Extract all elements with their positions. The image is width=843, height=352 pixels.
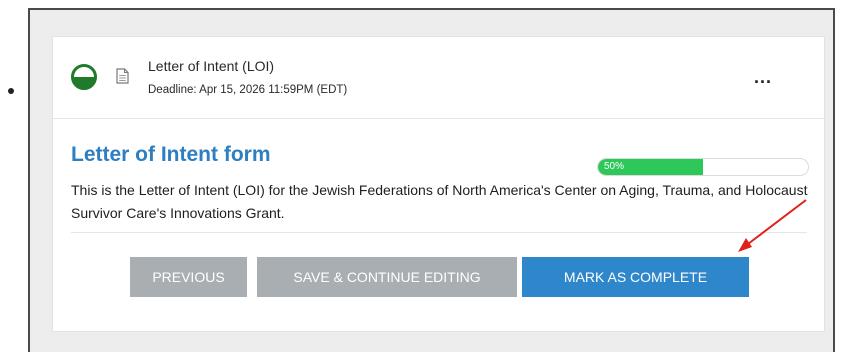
task-header: Letter of Intent (LOI) Deadline: Apr 15,… — [53, 37, 824, 119]
half-complete-circle-icon — [71, 64, 97, 90]
task-title[interactable]: Letter of Intent (LOI) — [148, 58, 274, 74]
task-card: Letter of Intent (LOI) Deadline: Apr 15,… — [52, 36, 825, 332]
task-deadline: Deadline: Apr 15, 2026 11:59PM (EDT) — [148, 84, 348, 96]
progress-label: 50% — [604, 161, 625, 172]
list-bullet — [8, 88, 14, 94]
form-title[interactable]: Letter of Intent form — [71, 143, 271, 167]
divider — [71, 232, 807, 233]
form-description: This is the Letter of Intent (LOI) for t… — [71, 182, 808, 221]
more-options-button[interactable]: ... — [743, 65, 783, 89]
document-icon — [116, 68, 129, 84]
save-continue-editing-button[interactable]: SAVE & CONTINUE EDITING — [257, 257, 517, 297]
mark-as-complete-button[interactable]: MARK AS COMPLETE — [522, 257, 749, 297]
previous-button[interactable]: PREVIOUS — [130, 257, 247, 297]
progress-bar: 50% — [597, 158, 809, 176]
task-panel: Letter of Intent (LOI) Deadline: Apr 15,… — [28, 8, 835, 352]
